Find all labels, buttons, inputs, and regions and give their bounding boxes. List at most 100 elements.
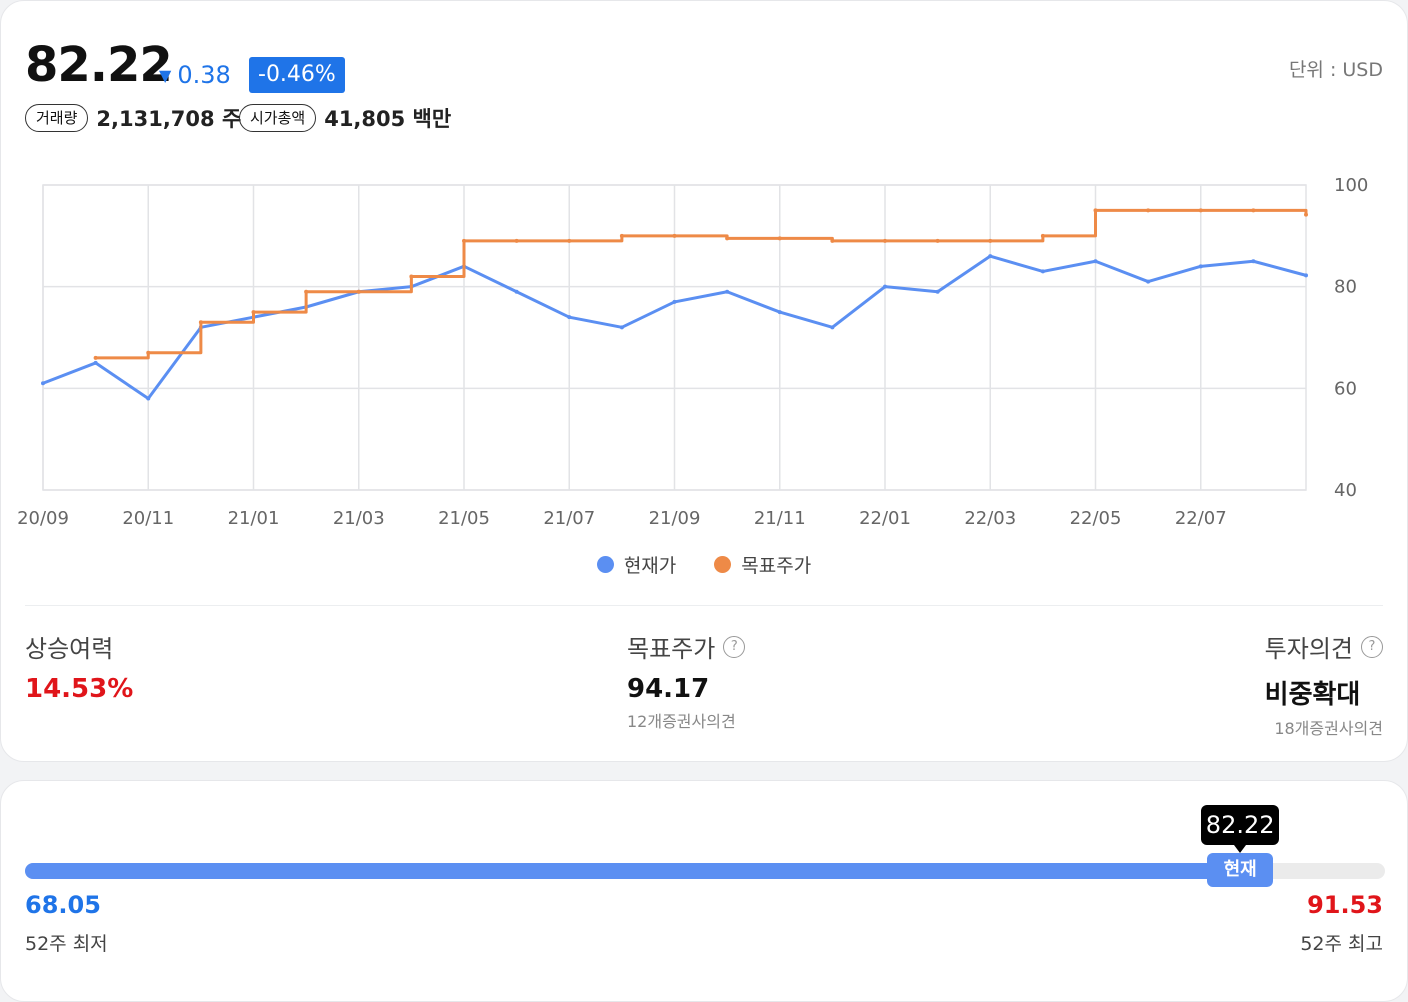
legend-target-swatch — [714, 556, 732, 573]
current-point — [1093, 259, 1098, 264]
current-point — [1146, 279, 1151, 284]
x-tick-label: 21/01 — [228, 508, 280, 529]
chart-legend: 현재가 목표주가 — [1, 551, 1407, 578]
x-tick-label: 21/11 — [754, 508, 806, 529]
current-point — [988, 254, 993, 259]
down-arrow-icon: ▼ — [159, 66, 172, 85]
target-point — [1251, 208, 1256, 213]
change-percent-badge: -0.46% — [249, 57, 345, 93]
x-tick-label: 22/01 — [859, 508, 911, 529]
target-point — [725, 236, 730, 241]
target-point — [93, 355, 98, 360]
volume-row: 거래량 2,131,708 주 — [25, 103, 241, 133]
market-cap-pill: 시가총액 — [239, 104, 317, 132]
stock-summary-card: 82.22 ▼ 0.38 -0.46% 단위 : USD 거래량 2,131,70… — [0, 0, 1408, 762]
range-fill — [25, 863, 1241, 879]
x-tick-label: 21/05 — [438, 508, 490, 529]
x-tick-label: 20/11 — [122, 508, 174, 529]
current-point — [1198, 264, 1203, 269]
target-point — [409, 274, 414, 279]
unit-label: 단위 : USD — [1288, 59, 1383, 81]
target-help-icon[interactable]: ? — [723, 635, 746, 658]
target-stat: 목표주가 ? 94.17 12개증권사의견 — [627, 629, 746, 732]
x-tick-label: 21/03 — [333, 508, 385, 529]
target-point — [988, 238, 993, 243]
x-tick-label: 22/07 — [1175, 508, 1227, 529]
current-point — [777, 310, 782, 315]
current-point — [1251, 259, 1256, 264]
y-tick-label: 60 — [1334, 378, 1357, 399]
legend-target-label: 목표주가 — [741, 555, 812, 577]
price-change: ▼ 0.38 — [159, 61, 231, 89]
target-point — [1146, 208, 1151, 213]
target-point — [619, 233, 624, 238]
current-point — [935, 289, 940, 294]
target-point — [672, 233, 677, 238]
target-point — [830, 238, 835, 243]
opinion-help-icon[interactable]: ? — [1361, 635, 1383, 658]
target-point — [304, 289, 309, 294]
x-tick-label: 21/07 — [543, 508, 595, 529]
target-point — [514, 238, 519, 243]
range-track — [25, 863, 1385, 879]
current-point — [41, 381, 45, 386]
x-tick-label: 21/09 — [649, 508, 701, 529]
y-tick-label: 100 — [1334, 175, 1368, 196]
section-divider — [25, 605, 1383, 606]
chart-grid — [42, 184, 1307, 491]
target-point — [1198, 208, 1203, 213]
opinion-sub: 18개증권사의견 — [1274, 719, 1383, 738]
market-cap-value: 41,805 백만 — [324, 107, 452, 131]
current-point — [672, 299, 677, 304]
target-sub: 12개증권사의견 — [627, 712, 736, 731]
target-point — [935, 238, 940, 243]
current-point — [93, 360, 98, 365]
target-point — [198, 320, 203, 325]
current-point — [146, 396, 151, 401]
range-high-value: 91.53 — [1307, 891, 1383, 919]
current-price: 82.22 — [25, 37, 173, 93]
volume-value: 2,131,708 주 — [96, 107, 242, 131]
legend-item-current[interactable]: 현재가 — [596, 551, 677, 578]
volume-pill: 거래량 — [25, 104, 89, 132]
opinion-stat: 투자의견 ? 비중확대 18개증권사의견 — [1265, 629, 1383, 739]
upside-stat: 상승여력 14.53% — [25, 629, 133, 704]
target-point — [1304, 212, 1308, 217]
target-point — [883, 238, 887, 243]
current-point — [514, 289, 519, 294]
target-point — [567, 238, 572, 243]
range-low-value: 68.05 — [25, 891, 101, 919]
current-marker[interactable]: 현재 — [1207, 853, 1274, 887]
legend-current-swatch — [596, 556, 614, 573]
target-point — [356, 289, 361, 294]
current-price-tooltip: 82.22 — [1201, 805, 1280, 853]
target-point — [462, 238, 466, 243]
chart-ticks: 40 60 80 100 20/09 20/11 21/01 21/03 21/05 21/07 2… — [17, 175, 1368, 529]
x-tick-label: 22/05 — [1070, 508, 1122, 529]
legend-item-target[interactable]: 목표주가 — [714, 551, 811, 578]
target-point — [777, 236, 782, 241]
range-low-label: 52주 최저 — [25, 933, 108, 955]
upside-value: 14.53% — [25, 674, 134, 704]
target-point — [146, 350, 151, 355]
current-point — [567, 315, 572, 320]
opinion-label: 투자의견 — [1264, 635, 1353, 663]
opinion-value: 비중확대 — [1264, 680, 1361, 710]
current-point — [830, 325, 835, 330]
52-week-range-card: 82.22 현재 68.05 91.53 52주 최저 52주 최고 — [0, 780, 1408, 1002]
target-label: 목표주가 — [627, 635, 716, 663]
market-cap-row: 시가총액 41,805 백만 — [239, 103, 451, 133]
legend-current-label: 현재가 — [623, 555, 677, 577]
current-point — [883, 284, 887, 289]
current-point — [1304, 273, 1308, 278]
price-target-chart: 40 60 80 100 20/09 20/11 21/01 21/03 21/05 21/07 2… — [17, 175, 1368, 529]
current-point — [725, 289, 730, 294]
target-point — [1093, 208, 1098, 213]
target-value: 94.17 — [627, 674, 710, 704]
series-line-target — [95, 208, 1308, 360]
upside-label: 상승여력 — [25, 635, 114, 663]
y-tick-label: 40 — [1334, 480, 1357, 501]
target-point — [251, 310, 256, 315]
x-tick-label: 20/09 — [17, 508, 69, 529]
price-change-value: 0.38 — [177, 61, 231, 89]
